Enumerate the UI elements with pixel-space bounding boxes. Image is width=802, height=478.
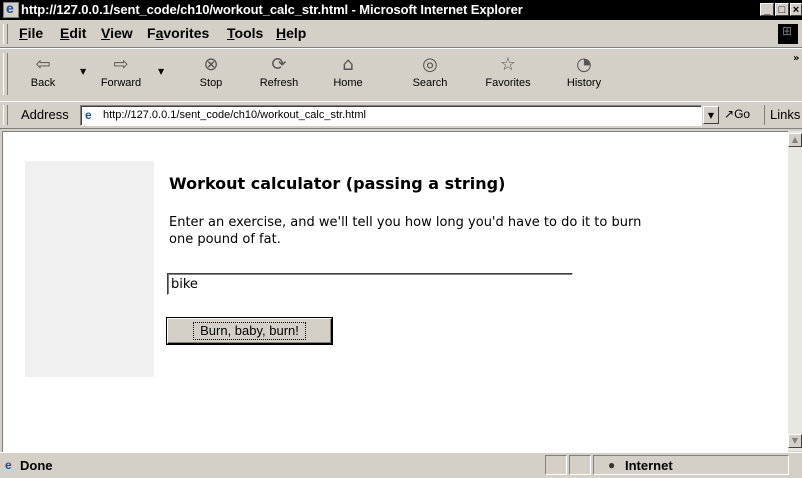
favorites-button[interactable]: ☆ Favorites (479, 51, 537, 97)
burn-button[interactable]: Burn, baby, burn! (167, 318, 332, 344)
scroll-up-icon[interactable]: ▲ (788, 133, 802, 147)
menu-file[interactable]: File (19, 25, 43, 41)
home-button[interactable]: ⌂ Home (319, 51, 377, 97)
scroll-down-icon[interactable]: ▼ (788, 434, 802, 448)
status-pane-1 (545, 455, 567, 475)
go-arrow-icon: ↗ (724, 107, 735, 121)
search-icon: ◎ (422, 54, 438, 75)
globe-icon: ● (608, 458, 616, 472)
menu-help[interactable]: Help (276, 25, 306, 41)
address-label: Address (21, 107, 69, 122)
favorites-icon: ☆ (499, 54, 517, 75)
vertical-scrollbar[interactable]: ▲ ▼ (788, 131, 802, 451)
search-button[interactable]: ◎ Search (401, 51, 459, 97)
forward-dropdown-icon[interactable]: ▼ (158, 67, 164, 76)
address-grip (3, 105, 8, 125)
back-dropdown-icon[interactable]: ▼ (80, 67, 86, 76)
status-zone: Internet (625, 458, 673, 473)
left-sidebar-panel (25, 161, 154, 377)
status-zone-pane (593, 455, 789, 475)
address-dropdown-button[interactable]: ▼ (703, 106, 719, 124)
menu-view[interactable]: View (101, 25, 133, 41)
maximize-button[interactable]: □ (775, 3, 789, 16)
go-button[interactable]: ↗Go (724, 107, 750, 121)
menu-grip (3, 24, 8, 44)
refresh-button[interactable]: ⟳ Refresh (250, 51, 308, 97)
links-toolbar[interactable]: Links (764, 105, 800, 125)
page-icon: e (85, 108, 92, 122)
status-page-icon: e (5, 458, 12, 472)
history-button[interactable]: ◔ History (555, 51, 613, 97)
back-button[interactable]: ⇦ Back (14, 51, 72, 97)
windows-logo-icon (778, 24, 798, 44)
toolbar-more-icon[interactable]: » (793, 53, 799, 64)
window-title: http://127.0.0.1/sent_code/ch10/workout_… (21, 2, 523, 17)
back-arrow-icon: ⇦ (35, 54, 51, 75)
page-content: Workout calculator (passing a string) En… (2, 131, 788, 452)
address-url[interactable]: http://127.0.0.1/sent_code/ch10/workout_… (103, 109, 366, 121)
forward-button[interactable]: ⇨ Forward (92, 51, 150, 97)
title-bar: http://127.0.0.1/sent_code/ch10/workout_… (0, 0, 802, 20)
home-icon: ⌂ (342, 54, 354, 75)
page-description: Enter an exercise, and we'll tell you ho… (169, 215, 642, 247)
refresh-icon: ⟳ (271, 54, 287, 75)
minimize-button[interactable]: _ (760, 3, 774, 16)
stop-icon: ⊗ (203, 54, 219, 75)
menu-tools[interactable]: Tools (227, 25, 263, 41)
ie-logo-icon (3, 0, 19, 18)
browser-window: http://127.0.0.1/sent_code/ch10/workout_… (0, 0, 802, 478)
stop-button[interactable]: ⊗ Stop (182, 51, 240, 97)
forward-arrow-icon: ⇨ (113, 54, 129, 75)
menu-favorites[interactable]: Favorites (147, 25, 209, 41)
exercise-input[interactable] (167, 273, 573, 295)
menu-bar: File Edit View Favorites Tools Help (0, 21, 802, 48)
menu-edit[interactable]: Edit (60, 25, 86, 41)
toolbar: ⇦ Back ▼ ⇨ Forward ▼ ⊗ Stop ⟳ Refresh ⌂ … (0, 48, 802, 102)
history-icon: ◔ (576, 54, 592, 75)
page-title: Workout calculator (passing a string) (169, 174, 506, 193)
status-pane-2 (569, 455, 591, 475)
status-text: Done (20, 458, 53, 473)
close-button[interactable]: × (790, 3, 802, 16)
toolbar-grip (3, 53, 8, 95)
address-bar: Address e http://127.0.0.1/sent_code/ch1… (0, 101, 802, 129)
address-input[interactable]: e http://127.0.0.1/sent_code/ch10/workou… (80, 105, 702, 126)
status-bar: e Done ● Internet (0, 452, 802, 478)
burn-button-label: Burn, baby, burn! (193, 322, 306, 340)
